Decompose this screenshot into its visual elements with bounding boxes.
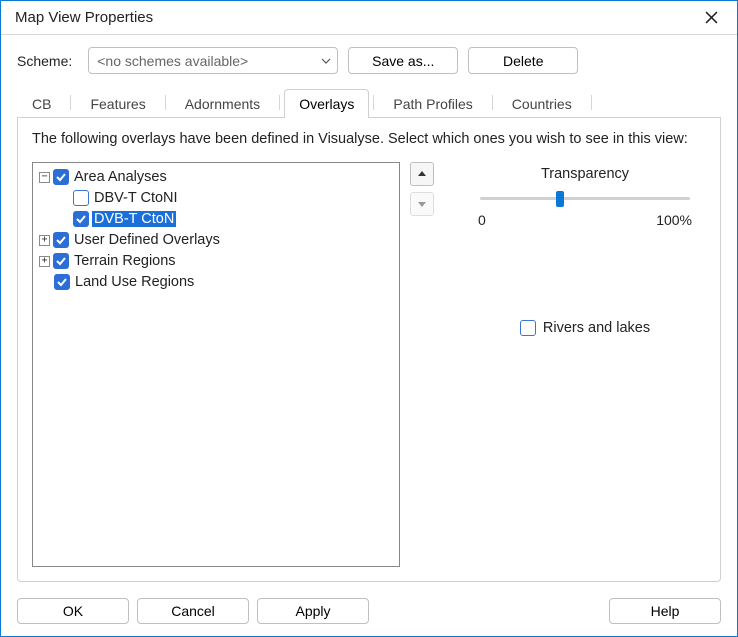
transparency-label: Transparency bbox=[474, 166, 696, 182]
tree-wrap: − Area Analyses DBV-T CtoNI DVB-T CtoN bbox=[32, 162, 400, 567]
tree-node-area-analyses[interactable]: − Area Analyses bbox=[35, 167, 397, 188]
collapse-icon[interactable]: − bbox=[39, 172, 50, 183]
tab-divider bbox=[279, 95, 280, 110]
tab-bar: CB Features Adornments Overlays Path Pro… bbox=[17, 88, 721, 118]
dialog-body: Scheme: <no schemes available> Save as..… bbox=[1, 35, 737, 590]
rivers-checkbox[interactable] bbox=[520, 320, 536, 336]
move-up-button[interactable] bbox=[410, 162, 434, 186]
tab-path-profiles[interactable]: Path Profiles bbox=[378, 89, 487, 118]
rivers-row: Rivers and lakes bbox=[474, 320, 696, 336]
tab-countries[interactable]: Countries bbox=[497, 89, 587, 118]
chevron-down-icon bbox=[321, 53, 331, 69]
close-icon bbox=[705, 11, 718, 24]
expand-icon[interactable]: + bbox=[39, 235, 50, 246]
checkbox[interactable] bbox=[53, 232, 69, 248]
scheme-dropdown[interactable]: <no schemes available> bbox=[88, 47, 338, 74]
dialog-footer: OK Cancel Apply Help bbox=[1, 590, 737, 636]
tree-label: DBV-T CtoNI bbox=[92, 190, 180, 206]
cancel-button[interactable]: Cancel bbox=[137, 598, 249, 624]
dialog-window: Map View Properties Scheme: <no schemes … bbox=[0, 0, 738, 637]
checkbox[interactable] bbox=[73, 211, 89, 227]
scheme-row: Scheme: <no schemes available> Save as..… bbox=[17, 47, 721, 74]
tree-node-dvb-t-cton[interactable]: DVB-T CtoN bbox=[35, 209, 397, 230]
titlebar: Map View Properties bbox=[1, 1, 737, 35]
tree-node-dbv-t-ctoni[interactable]: DBV-T CtoNI bbox=[35, 188, 397, 209]
slider-min-label: 0 bbox=[478, 212, 486, 228]
tab-divider bbox=[492, 95, 493, 110]
checkbox[interactable] bbox=[73, 190, 89, 206]
tab-divider bbox=[591, 95, 592, 110]
footer-spacer bbox=[377, 598, 601, 624]
checkbox[interactable] bbox=[53, 253, 69, 269]
delete-button[interactable]: Delete bbox=[468, 47, 578, 74]
checkbox[interactable] bbox=[53, 169, 69, 185]
tab-overlays[interactable]: Overlays bbox=[284, 89, 369, 118]
slider-max-label: 100% bbox=[656, 212, 692, 228]
tree-label: User Defined Overlays bbox=[72, 232, 222, 248]
overlays-content: − Area Analyses DBV-T CtoNI DVB-T CtoN bbox=[32, 162, 706, 567]
arrow-up-icon bbox=[417, 169, 427, 179]
tab-divider bbox=[373, 95, 374, 110]
transparency-panel: Transparency 0 100% Rivers and lakes bbox=[444, 162, 706, 567]
tree-node-user-defined[interactable]: + User Defined Overlays bbox=[35, 230, 397, 251]
tree-label: DVB-T CtoN bbox=[92, 211, 176, 227]
tree-node-terrain[interactable]: + Terrain Regions bbox=[35, 251, 397, 272]
tab-divider bbox=[70, 95, 71, 110]
apply-button[interactable]: Apply bbox=[257, 598, 369, 624]
slider-labels: 0 100% bbox=[478, 212, 692, 228]
scheme-label: Scheme: bbox=[17, 53, 72, 69]
ok-button[interactable]: OK bbox=[17, 598, 129, 624]
window-title: Map View Properties bbox=[15, 9, 691, 26]
close-button[interactable] bbox=[691, 4, 731, 32]
checkbox[interactable] bbox=[54, 274, 70, 290]
reorder-buttons bbox=[410, 162, 434, 567]
slider-thumb[interactable] bbox=[556, 191, 564, 207]
overlay-tree[interactable]: − Area Analyses DBV-T CtoNI DVB-T CtoN bbox=[32, 162, 400, 567]
slider-track bbox=[480, 197, 690, 200]
tree-label: Terrain Regions bbox=[72, 253, 178, 269]
tree-node-landuse[interactable]: Land Use Regions bbox=[35, 272, 397, 293]
scheme-dropdown-text: <no schemes available> bbox=[97, 53, 248, 69]
save-as-button[interactable]: Save as... bbox=[348, 47, 458, 74]
transparency-slider[interactable] bbox=[480, 188, 690, 210]
move-down-button[interactable] bbox=[410, 192, 434, 216]
tree-label: Area Analyses bbox=[72, 169, 169, 185]
tree-label: Land Use Regions bbox=[73, 274, 196, 290]
arrow-down-icon bbox=[417, 199, 427, 209]
tab-adornments[interactable]: Adornments bbox=[170, 89, 275, 118]
rivers-label: Rivers and lakes bbox=[543, 320, 650, 336]
tab-cb[interactable]: CB bbox=[17, 89, 66, 118]
tab-page-overlays: The following overlays have been defined… bbox=[17, 118, 721, 582]
help-button[interactable]: Help bbox=[609, 598, 721, 624]
tab-features[interactable]: Features bbox=[75, 89, 160, 118]
overlays-instruction: The following overlays have been defined… bbox=[32, 130, 706, 150]
tab-divider bbox=[165, 95, 166, 110]
expand-icon[interactable]: + bbox=[39, 256, 50, 267]
